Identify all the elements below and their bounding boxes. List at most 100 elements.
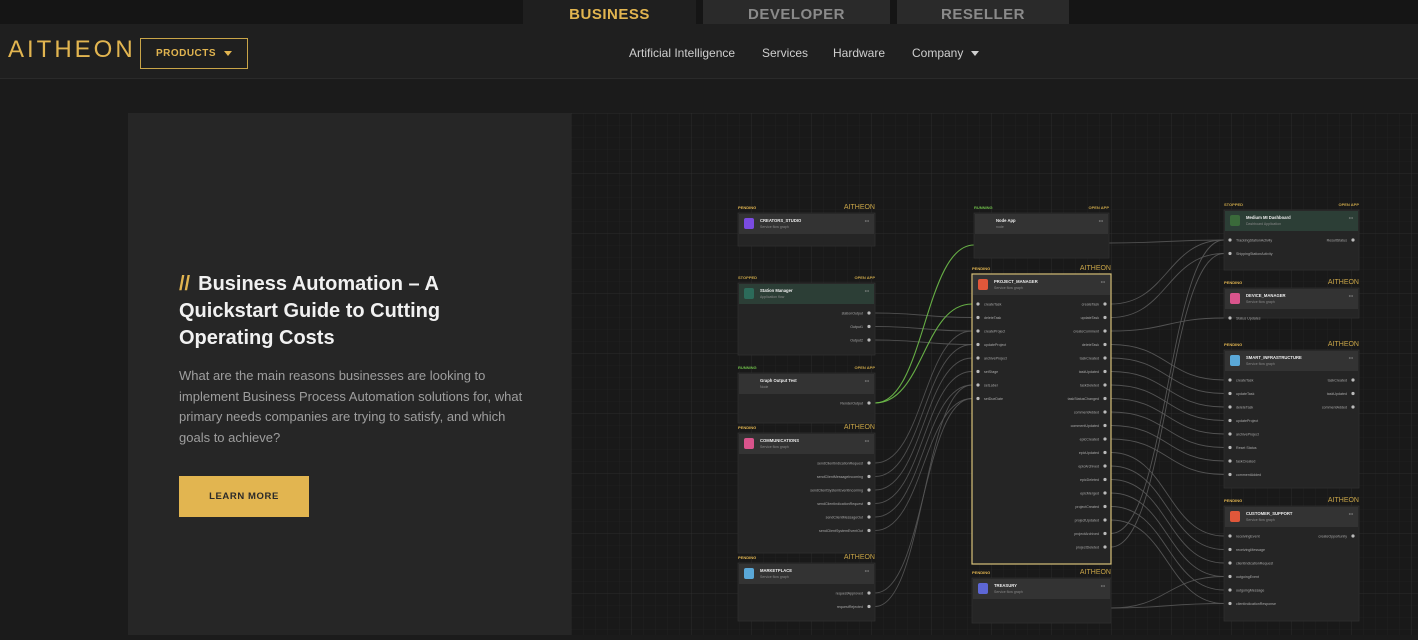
output-port[interactable] (1103, 315, 1107, 320)
input-port[interactable] (976, 315, 980, 320)
input-port[interactable] (1228, 445, 1232, 450)
output-port[interactable] (1103, 356, 1107, 360)
input-port[interactable] (976, 396, 980, 401)
more-icon: ••• (1101, 583, 1106, 588)
graph-node-station[interactable]: STOPPED OPEN APP Station Manager Applicatio… (737, 275, 876, 356)
input-port[interactable] (1228, 574, 1232, 579)
graph-node-medium_dashboard[interactable]: STOPPED OPEN APP Medium MI Dashboard Dashbo… (1223, 202, 1360, 271)
input-port[interactable] (976, 329, 980, 333)
output-port[interactable] (1103, 491, 1107, 495)
learn-more-button[interactable]: LEARN MORE (179, 476, 309, 517)
node-title: Medium MI Dashboard (1246, 215, 1291, 220)
logo[interactable]: AITHEON (8, 36, 136, 64)
input-port[interactable] (1228, 601, 1232, 606)
output-port[interactable] (1103, 464, 1107, 468)
node-status: PENDING (738, 205, 756, 210)
graph-node-node_app[interactable]: RUNNING OPEN APP Node App node ••• (973, 205, 1110, 259)
node-icon (1230, 215, 1240, 226)
output-port[interactable] (867, 401, 871, 405)
node-brand: AITHEON (1328, 497, 1359, 504)
output-port[interactable] (1103, 383, 1107, 387)
nav-artificial-intelligence[interactable]: Artificial Intelligence (629, 46, 735, 60)
input-port[interactable] (1228, 391, 1232, 396)
input-port[interactable] (1228, 534, 1232, 538)
node-title: CREATORS_STUDIO (760, 218, 802, 223)
output-port[interactable] (1103, 410, 1107, 414)
nav-company[interactable]: Company (912, 46, 980, 60)
port-label: ResultStatus (1327, 239, 1348, 243)
nav-hardware[interactable]: Hardware (833, 46, 885, 60)
node-title: Station Manager (760, 288, 793, 293)
input-port[interactable] (1228, 418, 1232, 423)
input-port[interactable] (976, 356, 980, 360)
graph-node-project_manager[interactable]: PENDING AITHEON PROJECT_MANAGER Service flo… (971, 265, 1112, 565)
output-port[interactable] (1351, 378, 1355, 382)
output-port[interactable] (1103, 342, 1107, 347)
output-port[interactable] (1103, 450, 1107, 455)
output-port[interactable] (867, 528, 871, 533)
input-port[interactable] (1228, 547, 1232, 552)
output-port[interactable] (1103, 545, 1107, 549)
input-port[interactable] (1228, 251, 1232, 256)
input-port[interactable] (976, 369, 980, 374)
graph-node-graph_output[interactable]: RUNNING OPEN APP Graph Output Test Node ••• R… (737, 365, 876, 424)
node-header (739, 564, 874, 584)
input-port[interactable] (1228, 561, 1232, 565)
flow-graph-canvas[interactable]: PENDING AITHEON CREATORS_STUDIO Service flo… (571, 113, 1418, 635)
output-port[interactable] (867, 474, 871, 479)
graph-node-communications[interactable]: PENDING AITHEON COMMUNICATIONS Service flow… (737, 424, 876, 554)
input-port[interactable] (1228, 238, 1232, 242)
output-port[interactable] (867, 501, 871, 506)
input-port[interactable] (1228, 459, 1232, 463)
output-port[interactable] (867, 515, 871, 519)
port-label: taskStatusChanged (1068, 397, 1099, 401)
output-port[interactable] (1351, 534, 1355, 538)
output-port[interactable] (1103, 477, 1107, 482)
output-port[interactable] (1103, 423, 1107, 428)
input-port[interactable] (1228, 588, 1232, 592)
node-title: Node App (996, 218, 1016, 223)
input-port[interactable] (976, 342, 980, 347)
output-port[interactable] (1103, 329, 1107, 333)
graph-node-marketplace[interactable]: PENDING AITHEON MARKETPLACE Service flow gr… (737, 554, 876, 622)
more-icon: ••• (1349, 355, 1354, 360)
node-brand: AITHEON (844, 554, 875, 561)
port-label: createTask (1082, 303, 1100, 307)
input-port[interactable] (976, 302, 980, 306)
products-dropdown[interactable]: PRODUCTS (140, 38, 248, 69)
input-port[interactable] (1228, 472, 1232, 477)
output-port[interactable] (867, 311, 871, 315)
output-port[interactable] (1103, 437, 1107, 441)
graph-node-customer_support[interactable]: PENDING AITHEON CUSTOMER_SUPPORT Service fl… (1223, 497, 1360, 622)
output-port[interactable] (867, 461, 871, 465)
input-port[interactable] (1228, 378, 1232, 382)
output-port[interactable] (867, 338, 871, 342)
output-port[interactable] (867, 488, 871, 492)
node-header (739, 214, 874, 234)
port-label: Reset Status (1236, 446, 1257, 450)
output-port[interactable] (1351, 391, 1355, 396)
input-port[interactable] (976, 383, 980, 387)
output-port[interactable] (1103, 396, 1107, 401)
output-port[interactable] (867, 591, 871, 595)
graph-node-smart_infra[interactable]: PENDING AITHEON SMART_INFRASTRUCTURE Servic… (1223, 341, 1360, 489)
node-title: Graph Output Test (760, 378, 797, 383)
output-port[interactable] (1103, 531, 1107, 536)
input-port[interactable] (1228, 432, 1232, 436)
output-port[interactable] (1103, 518, 1107, 522)
input-port[interactable] (1228, 316, 1232, 320)
output-port[interactable] (1103, 504, 1107, 509)
output-port[interactable] (1103, 369, 1107, 374)
output-port[interactable] (1351, 238, 1355, 242)
nav-services[interactable]: Services (762, 46, 808, 60)
output-port[interactable] (867, 324, 871, 329)
output-port[interactable] (867, 604, 871, 609)
output-port[interactable] (1103, 302, 1107, 306)
port-label: sendClientSystemEventIncoming (810, 489, 863, 493)
port-label: epicDeleted (1080, 478, 1099, 482)
input-port[interactable] (1228, 405, 1232, 409)
node-brand: AITHEON (1328, 279, 1359, 286)
output-port[interactable] (1351, 405, 1355, 409)
node-header (973, 579, 1110, 599)
node-brand: AITHEON (1080, 569, 1111, 576)
